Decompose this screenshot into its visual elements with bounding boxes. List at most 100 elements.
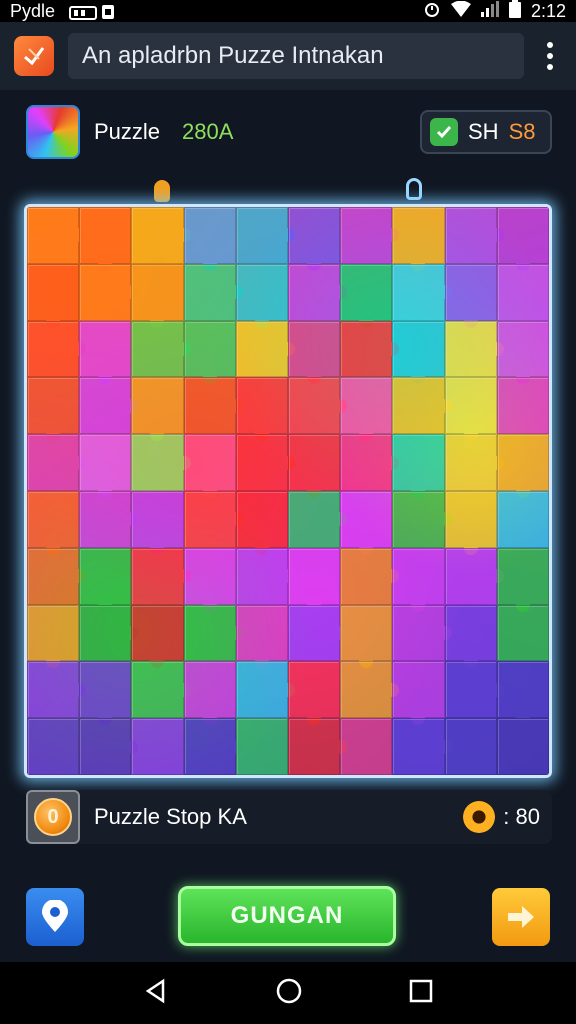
puzzle-piece[interactable]	[392, 320, 445, 385]
puzzle-piece[interactable]	[444, 547, 504, 605]
puzzle-piece[interactable]	[340, 718, 393, 775]
puzzle-piece[interactable]	[79, 320, 132, 385]
puzzle-piece[interactable]	[235, 263, 288, 328]
puzzle-piece[interactable]	[183, 377, 243, 435]
more-options-button[interactable]	[538, 36, 562, 76]
puzzle-piece[interactable]	[235, 320, 295, 378]
puzzle-piece[interactable]	[235, 490, 288, 555]
puzzle-piece[interactable]	[27, 604, 80, 669]
puzzle-piece[interactable]	[444, 320, 504, 378]
puzzle-piece[interactable]	[183, 604, 243, 662]
puzzle-piece[interactable]	[79, 604, 139, 662]
puzzle-piece[interactable]	[392, 434, 445, 498]
puzzle-piece[interactable]	[79, 377, 139, 435]
puzzle-piece[interactable]	[496, 604, 549, 662]
puzzle-piece[interactable]	[27, 320, 87, 378]
puzzle-piece[interactable]	[444, 718, 497, 775]
puzzle-piece[interactable]	[288, 263, 348, 321]
puzzle-piece[interactable]	[288, 320, 341, 385]
puzzle-piece[interactable]	[444, 490, 497, 555]
puzzle-piece[interactable]	[392, 661, 445, 726]
puzzle-piece[interactable]	[340, 661, 400, 719]
puzzle-piece[interactable]	[288, 661, 341, 726]
puzzle-piece[interactable]	[340, 604, 393, 669]
puzzle-piece[interactable]	[131, 547, 191, 605]
gear-icon[interactable]	[463, 801, 496, 833]
puzzle-piece[interactable]	[496, 661, 549, 726]
location-button[interactable]	[26, 888, 84, 946]
puzzle-piece[interactable]	[288, 547, 341, 612]
puzzle-piece[interactable]	[340, 377, 393, 442]
puzzle-piece[interactable]	[392, 377, 452, 435]
puzzle-piece[interactable]	[235, 547, 295, 605]
puzzle-piece[interactable]	[79, 661, 132, 726]
puzzle-piece[interactable]	[183, 263, 243, 321]
puzzle-piece[interactable]	[183, 718, 243, 775]
puzzle-piece[interactable]	[496, 434, 549, 498]
puzzle-piece[interactable]	[183, 547, 236, 612]
puzzle-piece[interactable]	[444, 604, 497, 669]
puzzle-piece[interactable]	[27, 661, 87, 719]
puzzle-piece[interactable]	[79, 207, 132, 271]
puzzle-piece[interactable]	[27, 207, 87, 264]
puzzle-piece[interactable]	[131, 263, 184, 328]
puzzle-piece[interactable]	[288, 434, 341, 498]
puzzle-piece[interactable]	[288, 377, 348, 435]
recents-icon[interactable]	[409, 979, 433, 1008]
puzzle-piece[interactable]	[496, 377, 549, 435]
puzzle-piece[interactable]	[183, 207, 236, 271]
back-icon[interactable]	[143, 978, 169, 1009]
puzzle-piece[interactable]	[131, 320, 191, 378]
puzzle-piece[interactable]	[131, 377, 184, 442]
puzzle-piece[interactable]	[444, 263, 497, 328]
puzzle-piece[interactable]	[392, 490, 452, 548]
puzzle-piece[interactable]	[79, 434, 132, 498]
puzzle-piece[interactable]	[288, 604, 348, 662]
progress-badge[interactable]: SH S8	[420, 110, 552, 154]
puzzle-piece[interactable]	[27, 547, 87, 605]
puzzle-grid[interactable]	[27, 207, 549, 775]
puzzle-piece[interactable]	[79, 547, 132, 612]
puzzle-piece[interactable]	[444, 661, 504, 719]
puzzle-board[interactable]	[24, 204, 552, 778]
puzzle-piece[interactable]	[444, 434, 504, 491]
puzzle-piece[interactable]	[496, 718, 549, 775]
puzzle-piece[interactable]	[444, 377, 497, 442]
puzzle-piece[interactable]	[340, 207, 400, 264]
puzzle-piece[interactable]	[392, 718, 452, 775]
puzzle-piece[interactable]	[79, 263, 139, 321]
puzzle-piece[interactable]	[79, 490, 139, 548]
puzzle-piece[interactable]	[340, 490, 393, 555]
puzzle-piece[interactable]	[131, 718, 184, 775]
puzzle-piece[interactable]	[340, 320, 400, 378]
puzzle-piece[interactable]	[496, 547, 549, 612]
puzzle-piece[interactable]	[496, 263, 549, 321]
puzzle-piece[interactable]	[392, 547, 445, 612]
puzzle-piece[interactable]	[235, 207, 295, 264]
puzzle-piece[interactable]	[496, 490, 549, 548]
main-action-button[interactable]: GUNGAN	[178, 886, 396, 946]
puzzle-piece[interactable]	[392, 207, 445, 271]
puzzle-piece[interactable]	[444, 207, 504, 264]
puzzle-piece[interactable]	[340, 263, 393, 328]
puzzle-piece[interactable]	[288, 718, 348, 775]
puzzle-piece[interactable]	[27, 718, 80, 775]
puzzle-piece[interactable]	[131, 661, 191, 719]
puzzle-piece[interactable]	[27, 263, 80, 328]
puzzle-piece[interactable]	[496, 207, 549, 271]
puzzle-piece[interactable]	[183, 490, 243, 548]
puzzle-piece[interactable]	[496, 320, 549, 385]
puzzle-piece[interactable]	[131, 434, 191, 491]
puzzle-piece[interactable]	[288, 207, 341, 271]
puzzle-piece[interactable]	[131, 604, 184, 669]
puzzle-piece[interactable]	[288, 490, 348, 548]
puzzle-piece[interactable]	[235, 604, 288, 669]
puzzle-piece[interactable]	[340, 547, 400, 605]
puzzle-piece[interactable]	[27, 490, 80, 555]
puzzle-piece[interactable]	[131, 207, 191, 264]
coin-button[interactable]: 0	[26, 790, 80, 844]
puzzle-piece[interactable]	[27, 434, 87, 491]
puzzle-piece[interactable]	[183, 661, 236, 726]
puzzle-piece[interactable]	[392, 604, 452, 662]
home-icon[interactable]	[275, 977, 303, 1010]
